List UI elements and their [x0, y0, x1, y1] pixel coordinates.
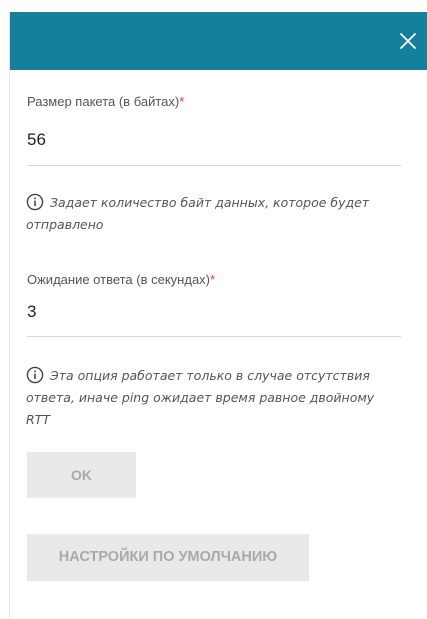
packet-size-underline	[27, 165, 401, 166]
timeout-hint: Эта опция работает только в случае отсут…	[26, 366, 375, 427]
info-icon	[26, 193, 44, 211]
ok-button[interactable]: OK	[27, 452, 136, 498]
timeout-input[interactable]	[27, 302, 397, 322]
packet-size-input[interactable]	[27, 130, 397, 150]
timeout-label: Ожидание ответа (в секундах)*	[27, 272, 216, 287]
close-icon[interactable]	[396, 29, 420, 53]
packet-size-label: Размер пакета (в байтах)*	[27, 94, 185, 109]
info-icon	[26, 366, 44, 384]
default-settings-button[interactable]: НАСТРОЙКИ ПО УМОЛЧАНИЮ	[27, 534, 309, 581]
dialog-header	[10, 12, 427, 70]
timeout-underline	[27, 336, 401, 337]
packet-size-hint: Задает количество байт данных, которое б…	[26, 193, 370, 232]
